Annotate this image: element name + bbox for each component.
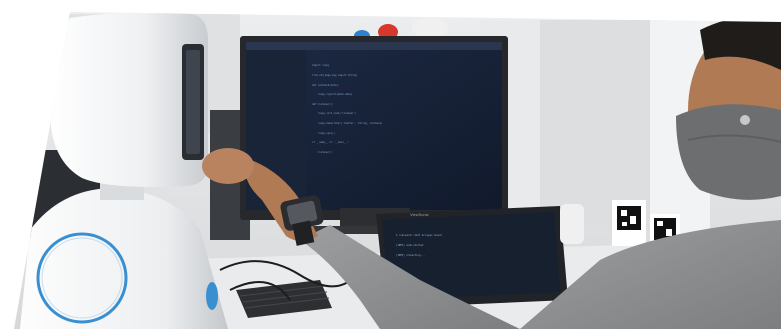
monitor-brand-label: ViewSonic bbox=[410, 212, 429, 217]
code-line: if __name__ == '__main__': bbox=[312, 141, 350, 145]
code-line: from std_msgs.msg import String bbox=[312, 74, 357, 78]
code-line: def callback(data): bbox=[312, 83, 340, 87]
code-line: rospy.loginfo(data.data) bbox=[312, 93, 353, 97]
mask-clip bbox=[740, 115, 750, 125]
robot-side-light bbox=[206, 282, 218, 310]
person-fist bbox=[202, 148, 254, 184]
code-line: rospy.spin() bbox=[312, 131, 336, 135]
code-line: rospy.init_node('listener') bbox=[312, 112, 357, 116]
photo-scene: import rospy from std_msgs.msg import St… bbox=[14, 12, 781, 329]
code-line: def listener(): bbox=[312, 102, 334, 106]
code-line: [INFO] node started bbox=[396, 244, 424, 248]
small-device bbox=[560, 204, 584, 244]
code-line: $ roslaunch robot bringup.launch bbox=[396, 234, 443, 238]
code-line: [INFO] connecting... bbox=[396, 253, 425, 257]
code-line: listener() bbox=[312, 150, 333, 154]
fiducial-marker-1 bbox=[612, 200, 646, 246]
code-line: rospy.Subscriber('chatter', String, call… bbox=[312, 122, 383, 126]
laptop-code: $ roslaunch robot bringup.launch [INFO] … bbox=[396, 228, 442, 263]
scene-illustration bbox=[20, 12, 781, 329]
monitor-code: import rospy from std_msgs.msg import St… bbox=[312, 58, 383, 161]
monitor-menubar bbox=[246, 42, 502, 50]
white-object bbox=[412, 18, 448, 38]
code-line: import rospy bbox=[312, 64, 330, 68]
